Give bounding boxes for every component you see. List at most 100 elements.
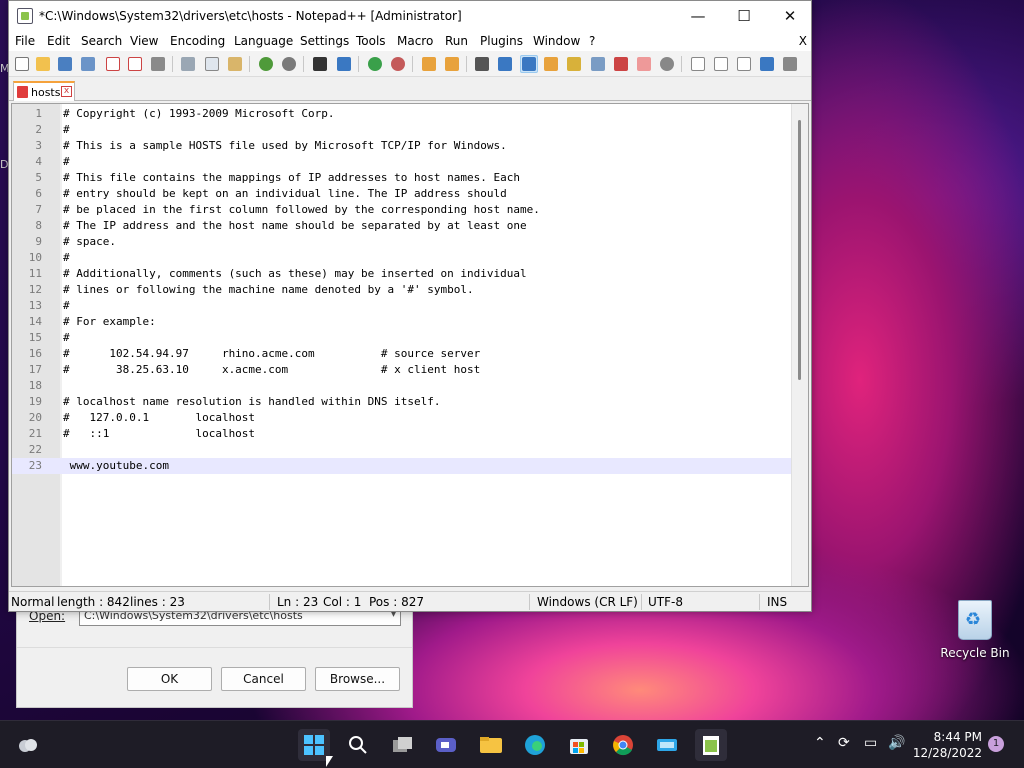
chevron-up-icon[interactable]: ⌃ — [814, 735, 826, 751]
tab-close-icon[interactable]: x — [61, 86, 72, 97]
sync-icon[interactable]: ⟳ — [838, 735, 850, 751]
open-file-icon[interactable] — [34, 55, 52, 73]
menu-close-document[interactable]: X — [799, 34, 807, 48]
volume-icon[interactable]: 🔊 — [888, 735, 905, 751]
function-list-icon[interactable] — [589, 55, 607, 73]
editor-line[interactable]: 23 www.youtube.com — [12, 458, 792, 474]
editor-line[interactable]: 5 # This file contains the mappings of IP… — [12, 170, 792, 186]
editor-line[interactable]: 15 # — [12, 330, 792, 346]
print-icon[interactable] — [149, 55, 167, 73]
editor-area[interactable]: 1 # Copyright (c) 1993-2009 Microsoft Cor… — [11, 103, 809, 587]
indent-guide-icon[interactable] — [520, 55, 538, 73]
editor-line[interactable]: 7 # be placed in the first column followe… — [12, 202, 792, 218]
status-eol-format[interactable]: Windows (CR LF) — [537, 595, 638, 609]
editor-line[interactable]: 8 # The IP address and the host name shou… — [12, 218, 792, 234]
editor-line[interactable]: 16 # 102.54.94.97 rhino.acme.com # source… — [12, 346, 792, 362]
menu-edit[interactable]: Edit — [47, 34, 70, 48]
zoom-in-icon[interactable] — [366, 55, 384, 73]
editor-line[interactable]: 19 # localhost name resolution is handled… — [12, 394, 792, 410]
search-icon[interactable] — [342, 729, 374, 761]
monitoring-icon[interactable] — [635, 55, 653, 73]
editor-line[interactable]: 9 # space. — [12, 234, 792, 250]
new-file-icon[interactable] — [13, 55, 31, 73]
paste-icon[interactable] — [226, 55, 244, 73]
notification-badge[interactable]: 1 — [988, 736, 1004, 752]
play-macro-icon[interactable] — [735, 55, 753, 73]
recycle-bin[interactable]: Recycle Bin — [940, 596, 1010, 666]
copy-icon[interactable] — [203, 55, 221, 73]
editor-line[interactable]: 14 # For example: — [12, 314, 792, 330]
editor-line[interactable]: 10 # — [12, 250, 792, 266]
editor-line[interactable]: 12 # lines or following the machine name … — [12, 282, 792, 298]
clock[interactable]: 8:44 PM 12/28/2022 — [912, 729, 982, 761]
menu-run[interactable]: Run — [445, 34, 468, 48]
record-macro-icon[interactable] — [689, 55, 707, 73]
eye-icon[interactable] — [658, 55, 676, 73]
title-bar[interactable]: *C:\Windows\System32\drivers\etc\hosts -… — [9, 1, 811, 31]
close-file-icon[interactable] — [104, 55, 122, 73]
redo-icon[interactable] — [280, 55, 298, 73]
run-macro-multiple-icon[interactable] — [758, 55, 776, 73]
editor-line[interactable]: 11 # Additionally, comments (such as thes… — [12, 266, 792, 282]
editor-line[interactable]: 20 # 127.0.0.1 localhost — [12, 410, 792, 426]
editor-line[interactable]: 13 # — [12, 298, 792, 314]
editor-line[interactable]: 18 — [12, 378, 792, 394]
menu-search[interactable]: Search — [81, 34, 122, 48]
edge-icon[interactable] — [519, 729, 551, 761]
undo-icon[interactable] — [257, 55, 275, 73]
menu-encoding[interactable]: Encoding — [170, 34, 225, 48]
editor-line[interactable]: 1 # Copyright (c) 1993-2009 Microsoft Cor… — [12, 106, 792, 122]
show-all-characters-icon[interactable] — [496, 55, 514, 73]
menu-view[interactable]: View — [130, 34, 158, 48]
menu-macro[interactable]: Macro — [397, 34, 433, 48]
network-icon[interactable]: ▭ — [864, 735, 877, 751]
menu-language[interactable]: Language — [234, 34, 293, 48]
notepadpp-icon[interactable] — [695, 729, 727, 761]
find-icon[interactable] — [311, 55, 329, 73]
editor-line[interactable]: 6 # entry should be kept on an individual… — [12, 186, 792, 202]
save-macro-icon[interactable] — [781, 55, 799, 73]
store-icon[interactable] — [563, 729, 595, 761]
task-view-icon[interactable] — [387, 729, 419, 761]
zoom-out-icon[interactable] — [389, 55, 407, 73]
menu-plugins[interactable]: Plugins — [480, 34, 523, 48]
weather-icon[interactable] — [12, 729, 44, 761]
save-icon[interactable] — [56, 55, 74, 73]
file-explorer-icon[interactable] — [475, 729, 507, 761]
close-button[interactable]: ✕ — [767, 1, 813, 31]
maximize-button[interactable]: ☐ — [721, 1, 767, 31]
menu-file[interactable]: File — [15, 34, 35, 48]
run-browse-button[interactable]: Browse... — [315, 667, 400, 691]
tab-hosts[interactable]: hosts x — [13, 81, 75, 101]
save-all-icon[interactable] — [79, 55, 97, 73]
teams-chat-icon[interactable] — [430, 729, 462, 761]
app-icon[interactable] — [651, 729, 683, 761]
replace-icon[interactable] — [335, 55, 353, 73]
close-all-icon[interactable] — [126, 55, 144, 73]
menu-tools[interactable]: Tools — [356, 34, 386, 48]
sync-vertical-icon[interactable] — [420, 55, 438, 73]
minimize-button[interactable]: — — [675, 1, 721, 31]
run-ok-button[interactable]: OK — [127, 667, 212, 691]
stop-macro-icon[interactable] — [712, 55, 730, 73]
user-language-icon[interactable] — [542, 55, 560, 73]
editor-line[interactable]: 21 # ::1 localhost — [12, 426, 792, 442]
editor-line[interactable]: 22 — [12, 442, 792, 458]
word-wrap-icon[interactable] — [473, 55, 491, 73]
menu-window[interactable]: Window — [533, 34, 580, 48]
document-map-icon[interactable] — [565, 55, 583, 73]
sync-horizontal-icon[interactable] — [443, 55, 461, 73]
cut-icon[interactable] — [179, 55, 197, 73]
menu-settings[interactable]: Settings — [300, 34, 349, 48]
chrome-icon[interactable] — [607, 729, 639, 761]
editor-line[interactable]: 3 # This is a sample HOSTS file used by M… — [12, 138, 792, 154]
editor-line[interactable]: 17 # 38.25.63.10 x.acme.com # x client ho… — [12, 362, 792, 378]
folder-workspace-icon[interactable] — [612, 55, 630, 73]
editor-line[interactable]: 2 # — [12, 122, 792, 138]
scrollbar-thumb[interactable] — [798, 120, 801, 380]
status-encoding[interactable]: UTF-8 — [648, 595, 683, 609]
vertical-scrollbar[interactable] — [791, 104, 808, 586]
editor-line[interactable]: 4 # — [12, 154, 792, 170]
menu-help[interactable]: ? — [589, 34, 595, 48]
run-cancel-button[interactable]: Cancel — [221, 667, 306, 691]
